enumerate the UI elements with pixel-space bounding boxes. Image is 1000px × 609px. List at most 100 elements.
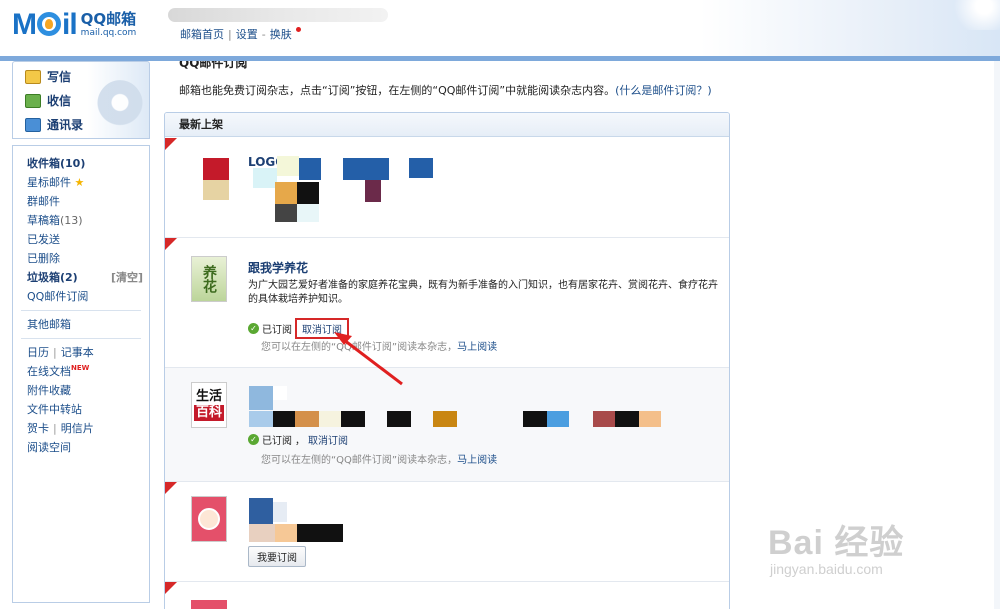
folder-spam[interactable]: 垃圾箱(2) [清空]	[27, 268, 149, 287]
logo-o-icon	[37, 12, 61, 36]
magazine-item-baby: 我要订阅	[165, 482, 729, 582]
tip-text: 您可以在左侧的“QQ邮件订阅”阅读本杂志，	[261, 342, 458, 353]
empty-spam-link[interactable]: [清空]	[111, 268, 143, 287]
compose-link[interactable]: 写信	[25, 68, 71, 85]
divider	[21, 338, 141, 339]
new-corner-icon	[165, 238, 177, 250]
baidu-jingyan-watermark: Bai 经验 jingyan.baidu.com	[768, 525, 904, 577]
folder-starred-label: 星标邮件	[27, 176, 71, 189]
contacts-label: 通讯录	[47, 118, 84, 132]
logo-brand-cn: QQ邮箱	[80, 10, 137, 28]
new-dot-icon	[295, 26, 301, 32]
inbox-download-icon	[25, 93, 41, 108]
nav-dash: -	[261, 27, 266, 41]
subscribed-label: 已订阅	[262, 325, 292, 336]
separator: |	[53, 422, 57, 435]
contacts-link[interactable]: 通讯录	[25, 116, 83, 133]
description-text: 邮箱也能免费订阅杂志，点击“订阅”按钮，在左侧的“QQ邮件订阅”中就能阅读杂志内…	[179, 84, 616, 97]
magazine-cover-flowers[interactable]: 养花	[191, 256, 227, 302]
star-icon: ★	[74, 176, 85, 189]
header-decoration	[920, 0, 1000, 30]
calendar-link[interactable]: 日历	[27, 346, 49, 359]
folder-group[interactable]: 群邮件	[27, 192, 149, 211]
unsubscribe-link[interactable]: 取消订阅	[308, 432, 348, 447]
magazine-cover-baby[interactable]	[191, 496, 227, 542]
nav-skin[interactable]: 换肤	[270, 26, 292, 42]
page-title: QQ邮件订阅	[179, 61, 248, 69]
cover-text-bottom: 百科	[193, 405, 224, 421]
what-is-subscription-link[interactable]: (什么是邮件订阅？)	[615, 84, 712, 97]
notes-link[interactable]: 记事本	[61, 346, 94, 359]
magazine-item	[165, 582, 729, 609]
page-description: 邮箱也能免费订阅杂志，点击“订阅”按钮，在左侧的“QQ邮件订阅”中就能阅读杂志内…	[179, 82, 712, 98]
redacted-user-info	[168, 8, 388, 22]
folder-list: 收件箱(10) 星标邮件 ★ 群邮件 草稿箱(13) 已发送 已删除 垃圾箱(2…	[12, 145, 150, 603]
folder-other-mailbox[interactable]: 其他邮箱	[27, 315, 149, 334]
folder-spam-label: 垃圾箱(2)	[27, 271, 78, 284]
online-docs-label: 在线文档	[27, 365, 71, 378]
comma: ，	[295, 436, 305, 447]
subscribe-button[interactable]: 我要订阅	[248, 546, 306, 567]
panel-title: 最新上架	[165, 113, 729, 137]
new-arrivals-panel: 最新上架 LOGO 养花 跟我学养花 为广大园艺爱好者准备的家庭养花宝典，既有为…	[164, 112, 730, 609]
folder-drafts-label: 草稿箱	[27, 214, 60, 227]
magazine-title[interactable]: 跟我学养花	[248, 259, 308, 276]
greeting-card-link[interactable]: 贺卡	[27, 422, 49, 435]
new-badge: NEW	[71, 364, 90, 372]
receive-label: 收信	[47, 94, 72, 108]
magazine-cover-life[interactable]: 生活 百科	[191, 382, 227, 428]
nav-settings[interactable]: 设置	[236, 26, 258, 42]
receive-link[interactable]: 收信	[25, 92, 71, 109]
watermark-url: jingyan.baidu.com	[770, 561, 883, 577]
attachments-link[interactable]: 附件收藏	[27, 381, 149, 400]
watermark-brand: Bai 经验	[768, 524, 905, 562]
magazine-item: LOGO	[165, 138, 729, 238]
subscribed-label: 已订阅	[262, 436, 292, 447]
nav-mail-home[interactable]: 邮箱首页	[180, 26, 224, 42]
subscription-status: ✓ 已订阅 取消订阅	[248, 318, 349, 339]
unsubscribe-button[interactable]: 取消订阅	[295, 318, 349, 339]
folder-qq-subscription[interactable]: QQ邮件订阅	[27, 287, 149, 306]
new-corner-icon	[165, 138, 177, 150]
logo-mark: Mil	[12, 8, 78, 41]
subscription-status: ✓ 已订阅，取消订阅	[248, 432, 348, 447]
tools-calendar-notes: 日历 | 记事本	[27, 343, 149, 362]
reading-space-link[interactable]: 阅读空间	[27, 438, 149, 457]
new-corner-icon	[165, 582, 177, 594]
postcard-link[interactable]: 明信片	[61, 422, 94, 435]
logo-brand-url: mail.qq.com	[80, 28, 137, 38]
separator: |	[53, 346, 57, 359]
drafts-count: (13)	[60, 214, 83, 227]
online-docs-link[interactable]: 在线文档NEW	[27, 362, 149, 381]
read-tip: 您可以在左侧的“QQ邮件订阅”阅读本杂志，马上阅读	[261, 451, 497, 466]
checkmark-icon: ✓	[248, 434, 259, 445]
write-icon	[25, 69, 41, 84]
divider	[21, 310, 141, 311]
folder-inbox[interactable]: 收件箱(10)	[27, 154, 149, 173]
contacts-icon	[25, 117, 41, 132]
quick-actions: 写信 收信 通讯录	[12, 61, 150, 139]
folder-deleted[interactable]: 已删除	[27, 249, 149, 268]
folder-starred[interactable]: 星标邮件 ★	[27, 173, 149, 192]
read-now-link[interactable]: 马上阅读	[457, 455, 497, 466]
magazine-cover[interactable]	[191, 600, 227, 609]
sidebar: 写信 收信 通讯录 收件箱(10) 星标邮件 ★ 群邮件 草稿箱(13) 已发送…	[12, 61, 150, 609]
cover-text: 养花	[201, 265, 217, 293]
magazine-cover-redacted	[191, 152, 229, 222]
magazine-description: 为广大园艺爱好者准备的家庭养花宝典，既有为新手准备的入门知识，也有居家花卉、赏阅…	[248, 280, 718, 305]
qq-penguin-icon	[97, 80, 143, 130]
read-now-link[interactable]: 马上阅读	[457, 342, 497, 353]
file-transfer-link[interactable]: 文件中转站	[27, 400, 149, 419]
tip-text: 您可以在左侧的“QQ邮件订阅”阅读本杂志，	[261, 455, 458, 466]
folder-drafts[interactable]: 草稿箱(13)	[27, 211, 149, 230]
tools-cards: 贺卡 | 明信片	[27, 419, 149, 438]
qq-mail-logo[interactable]: Mil QQ邮箱 mail.qq.com	[12, 9, 136, 41]
checkmark-icon: ✓	[248, 323, 259, 334]
magazine-item-life: 生活 百科 ✓ 已订阅，取消订阅 您可以在左侧的“QQ邮件订阅”阅读本杂志，马上…	[165, 368, 729, 482]
folder-sent[interactable]: 已发送	[27, 230, 149, 249]
top-nav: 邮箱首页 | 设置 - 换肤	[180, 26, 301, 42]
nav-separator: |	[228, 27, 232, 41]
compose-label: 写信	[47, 70, 72, 84]
baby-face-icon	[198, 508, 220, 530]
cover-text-top: 生活	[195, 389, 222, 404]
